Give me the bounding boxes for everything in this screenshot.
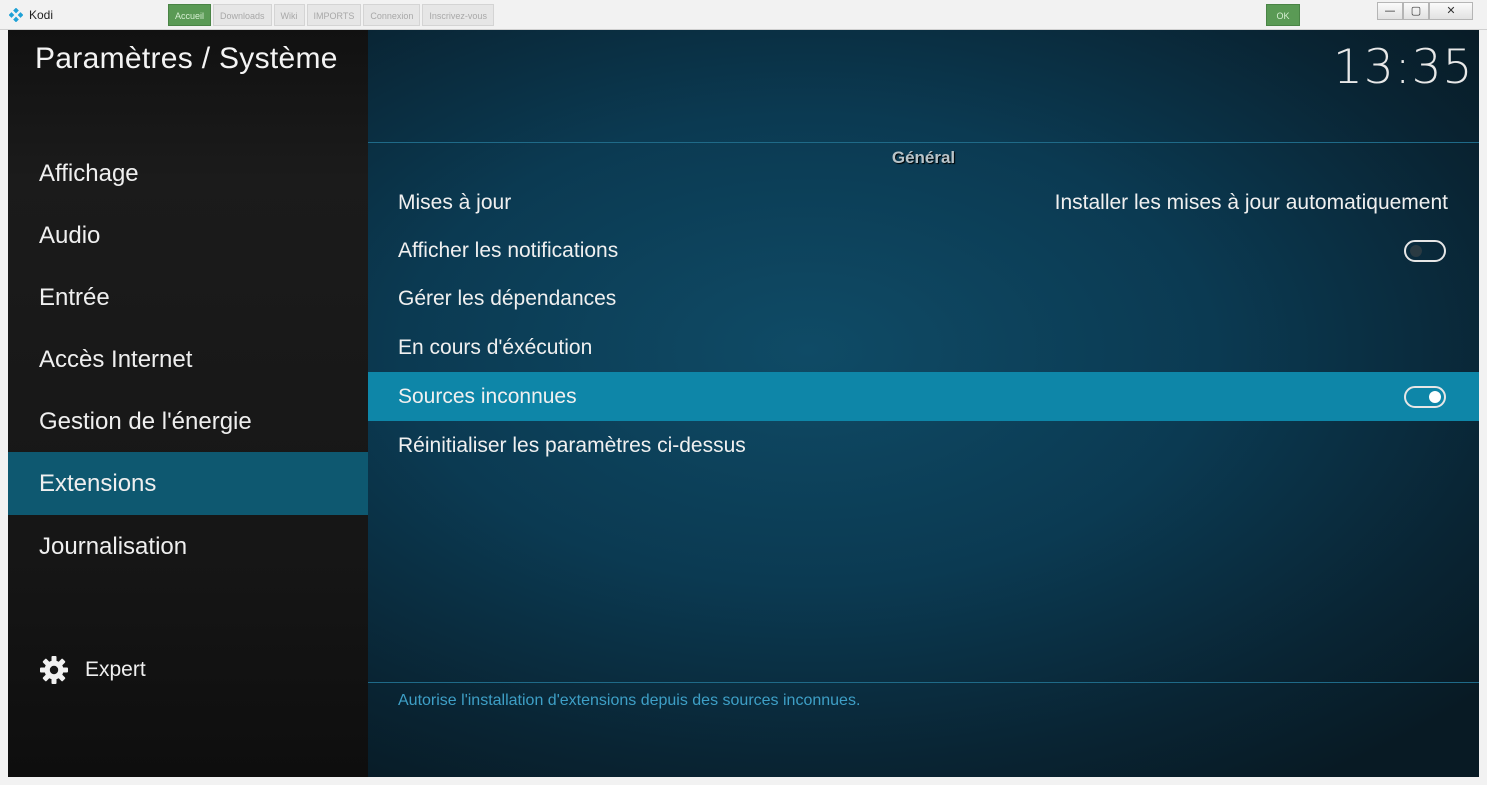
- sidebar-item-audio[interactable]: Audio: [8, 204, 368, 267]
- background-ok-button: OK: [1266, 4, 1300, 26]
- setting-label: Afficher les notifications: [398, 239, 619, 262]
- background-tab: Downloads: [213, 4, 272, 26]
- setting-row-reinitialiser[interactable]: Réinitialiser les paramètres ci-dessus: [368, 421, 1479, 470]
- toggle-knob: [1429, 391, 1441, 403]
- section-header: Général: [891, 148, 956, 167]
- expert-label: Expert: [85, 658, 146, 681]
- setting-row-en-cours-execution[interactable]: En cours d'éxécution: [368, 323, 1479, 372]
- gear-icon: [40, 656, 68, 684]
- sidebar-item-affichage[interactable]: Affichage: [8, 142, 368, 205]
- window-title: Kodi: [29, 8, 54, 22]
- kodi-window: Affichage Audio Entrée Accès Internet Ge…: [8, 30, 1479, 777]
- minimize-button[interactable]: —: [1377, 2, 1403, 20]
- background-tab: Wiki: [273, 4, 305, 26]
- divider: [368, 682, 1479, 683]
- sidebar-item-acces-internet[interactable]: Accès Internet: [8, 328, 368, 391]
- window-border-bottom: [0, 777, 1487, 785]
- sidebar-item-entree[interactable]: Entrée: [8, 266, 368, 329]
- background-tab: Accueil: [168, 4, 212, 26]
- setting-description: Autorise l'installation d'extensions dep…: [398, 692, 861, 709]
- setting-row-afficher-notifications[interactable]: Afficher les notifications: [368, 226, 1479, 275]
- clock: 13:35: [1333, 40, 1474, 95]
- page-title: Paramètres / Système: [35, 42, 338, 75]
- toggle-knob: [1410, 245, 1422, 257]
- unknown-sources-toggle[interactable]: [1404, 386, 1446, 408]
- window-controls: — ▢ ✕: [1377, 2, 1473, 20]
- setting-value: Installer les mises à jour automatiqueme…: [1054, 191, 1448, 214]
- divider: [368, 142, 1479, 143]
- window-border-left: [0, 30, 8, 785]
- maximize-button[interactable]: ▢: [1403, 2, 1429, 20]
- setting-row-mises-a-jour[interactable]: Mises à jour Installer les mises à jour …: [368, 178, 1479, 227]
- setting-label: En cours d'éxécution: [398, 336, 593, 359]
- setting-label: Sources inconnues: [398, 385, 577, 408]
- sidebar-item-journalisation[interactable]: Journalisation: [8, 515, 368, 578]
- background-tab: IMPORTS: [306, 4, 362, 26]
- background-tab: Connexion: [363, 4, 421, 26]
- window-border-right: [1479, 30, 1487, 785]
- setting-row-sources-inconnues[interactable]: Sources inconnues: [368, 372, 1479, 421]
- background-tabs: Accueil Downloads Wiki IMPORTS Connexion…: [168, 4, 494, 26]
- setting-label: Gérer les dépendances: [398, 287, 617, 310]
- background-tab: Inscrivez-vous: [422, 4, 494, 26]
- setting-label: Mises à jour: [398, 191, 512, 214]
- setting-row-gerer-dependances[interactable]: Gérer les dépendances: [368, 274, 1479, 323]
- setting-label: Réinitialiser les paramètres ci-dessus: [398, 434, 746, 457]
- kodi-logo-icon: [9, 8, 23, 22]
- close-button[interactable]: ✕: [1429, 2, 1473, 20]
- window-titlebar: Kodi Accueil Downloads Wiki IMPORTS Conn…: [0, 0, 1487, 30]
- sidebar-item-gestion-energie[interactable]: Gestion de l'énergie: [8, 390, 368, 453]
- notifications-toggle[interactable]: [1404, 240, 1446, 262]
- sidebar-item-extensions[interactable]: Extensions: [8, 452, 368, 515]
- sidebar: Affichage Audio Entrée Accès Internet Ge…: [8, 30, 368, 777]
- expert-level-button[interactable]: Expert: [39, 652, 146, 688]
